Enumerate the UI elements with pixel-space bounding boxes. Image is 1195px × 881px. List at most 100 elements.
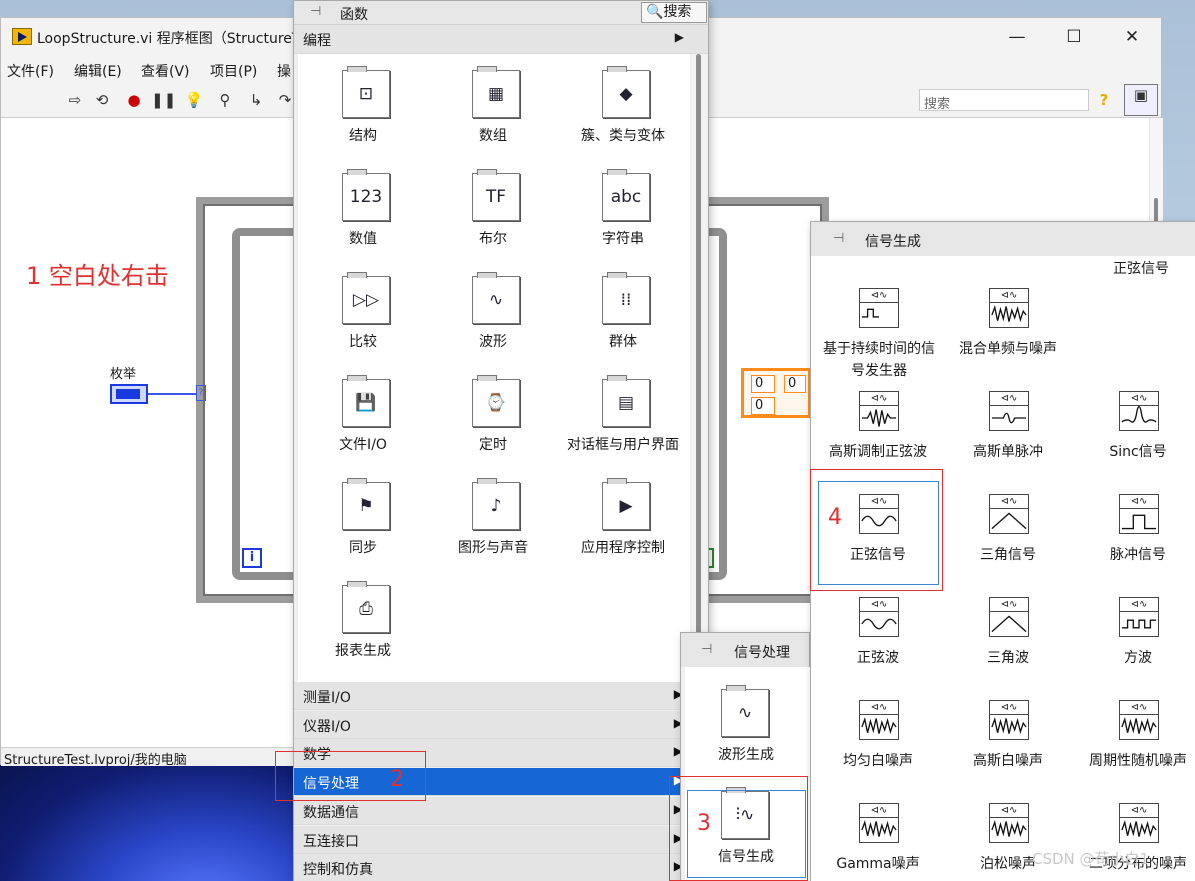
signal-item[interactable]: ⊲∿ 正弦波: [813, 597, 943, 697]
step-into-icon[interactable]: ↳: [246, 90, 266, 110]
palette-item-label: 对话框与用户界面: [567, 437, 679, 453]
palette-item-label: 同步: [349, 540, 377, 556]
menu-view[interactable]: 查看(V): [141, 61, 190, 81]
palette-item[interactable]: ◆ 簇、类与变体: [558, 66, 688, 170]
gaussian-modulated-sine-icon: ⊲∿: [859, 391, 899, 431]
signal-item[interactable]: ⊲∿ 三角波: [943, 597, 1073, 697]
icon-glyph: 💾: [355, 393, 377, 413]
signal-item[interactable]: ⊲∿ 泊松噪声: [943, 803, 1073, 881]
minimize-button[interactable]: —: [1002, 24, 1032, 50]
signal-item[interactable]: ⊲∿ Gamma噪声: [813, 803, 943, 881]
search-input[interactable]: 搜索: [919, 89, 1089, 112]
palette-item[interactable]: 123 数值: [298, 169, 428, 273]
palette-item[interactable]: ▶ 应用程序控制: [558, 478, 688, 582]
vi-header-icon: ⊲∿: [990, 701, 1028, 715]
signal-item[interactable]: ⊲∿ 高斯单脉冲: [943, 391, 1073, 491]
programming-category[interactable]: 编程 ▶: [294, 25, 708, 54]
cluster-class-icon: ◆: [602, 66, 650, 118]
icon-glyph: ⎙: [359, 599, 373, 619]
enum-constant[interactable]: [110, 384, 148, 404]
palette-item[interactable]: ⚑ 同步: [298, 478, 428, 582]
palette-item[interactable]: ▷▷ 比较: [298, 272, 428, 376]
palette-item[interactable]: 💾 文件I/O: [298, 375, 428, 479]
signal-item[interactable]: ⊲∿ 基于持续时间的信号发生器: [813, 288, 943, 388]
palette-scrollbar[interactable]: [692, 54, 706, 682]
signal-item[interactable]: ⊲∿ 方波: [1073, 597, 1195, 697]
waveform-icon: ∿: [472, 272, 520, 324]
category-label: 测量I/O: [303, 690, 351, 706]
palette-item[interactable]: ⌚ 定时: [428, 375, 558, 479]
sine-wave-icon: ⊲∿: [859, 597, 899, 637]
signal-item[interactable]: ⊲∿ 三角信号: [943, 494, 1073, 594]
palette-item[interactable]: ▦ 数组: [428, 66, 558, 170]
palette-item[interactable]: abc 字符串: [558, 169, 688, 273]
maximize-button[interactable]: ☐: [1059, 24, 1089, 50]
signal-item-label: 高斯单脉冲: [973, 444, 1043, 460]
vi-icon[interactable]: ▣: [1124, 84, 1158, 116]
signal-item[interactable]: ⊲∿ 混合单频与噪声: [943, 288, 1073, 388]
cluster-value[interactable]: 0: [751, 375, 775, 393]
icon-glyph: ⌚: [485, 393, 507, 413]
signal-item[interactable]: ⊲∿ Sinc信号: [1073, 391, 1195, 491]
waveform-generation-tile[interactable]: ∿ 波形生成: [681, 685, 811, 789]
iteration-terminal[interactable]: i: [242, 548, 262, 568]
palette-item[interactable]: ⎙ 报表生成: [298, 581, 428, 685]
pin-icon[interactable]: ⊣: [833, 231, 844, 246]
step-over-icon[interactable]: ↷: [275, 90, 295, 110]
probe-icon[interactable]: ⚲: [215, 90, 235, 110]
signal-item[interactable]: ⊲∿ 脉冲信号: [1073, 494, 1195, 594]
category-row[interactable]: 测量I/O ▶: [294, 682, 689, 710]
palette-item[interactable]: ∿ 波形: [428, 272, 558, 376]
waveform-glyph: [991, 820, 1027, 838]
compare-icon: ▷▷: [342, 272, 390, 324]
palette-item-label: 图形与声音: [458, 540, 528, 556]
signal-item[interactable]: ⊲∿ 周期性随机噪声: [1073, 700, 1195, 800]
signal-item-label: 方波: [1124, 650, 1152, 666]
palette-item-label: 结构: [349, 128, 377, 144]
pin-icon[interactable]: ⊣: [310, 4, 321, 19]
help-icon[interactable]: ?: [1094, 90, 1114, 110]
palette-item[interactable]: ▤ 对话框与用户界面: [558, 375, 688, 479]
icon-glyph: ◆: [619, 84, 633, 104]
run-arrow-icon[interactable]: ⇨: [65, 90, 85, 110]
menu-edit[interactable]: 编辑(E): [74, 61, 122, 81]
run-continuous-icon[interactable]: ⟲: [92, 90, 112, 110]
close-button[interactable]: ✕: [1117, 24, 1147, 50]
palette-scrollbar-thumb[interactable]: [696, 54, 701, 644]
signal-item[interactable]: ⊲∿ 均匀白噪声: [813, 700, 943, 800]
waveform-glyph: [1121, 820, 1157, 838]
palette-item[interactable]: ⊡ 结构: [298, 66, 428, 170]
pause-icon[interactable]: ❚❚: [151, 90, 176, 110]
icon-glyph: ♪: [490, 496, 502, 516]
triangle-wave-icon: ⊲∿: [989, 597, 1029, 637]
cluster-constant[interactable]: 0 0 0: [741, 368, 811, 418]
waveform-glyph: [991, 412, 1027, 424]
chevron-right-icon: ▶: [674, 30, 684, 44]
cluster-value[interactable]: 0: [751, 397, 775, 415]
category-row[interactable]: 互连接口 ▶: [294, 825, 689, 854]
signal-item[interactable]: ⊲∿ 二项分布的噪声: [1073, 803, 1195, 881]
gamma-noise-icon: ⊲∿: [859, 803, 899, 843]
pin-icon[interactable]: ⊣: [701, 642, 712, 657]
category-row[interactable]: 控制和仿真 ▶: [294, 854, 689, 881]
palette-item[interactable]: TF 布尔: [428, 169, 558, 273]
cluster-value[interactable]: 0: [784, 375, 806, 393]
case-selector-terminal[interactable]: ?: [196, 385, 206, 401]
menu-file[interactable]: 文件(F): [7, 61, 54, 81]
signal-item-label: 正弦波: [857, 650, 899, 666]
category-row[interactable]: 仪器I/O ▶: [294, 710, 689, 739]
numeric-icon: 123: [342, 169, 390, 221]
highlight-icon[interactable]: 💡: [184, 90, 204, 110]
functions-palette: ⊣ 函数 🔍搜索 编程 ▶ ⊡ 结构 ▦ 数组 ◆ 簇、类与变体 123 数值 TF 布尔 abc 字…: [293, 0, 709, 881]
palette-search-button[interactable]: 🔍搜索: [641, 2, 707, 23]
abort-icon[interactable]: ●: [124, 90, 144, 110]
palette-item-label: 簇、类与变体: [581, 128, 665, 144]
string-icon: abc: [602, 169, 650, 221]
programming-category-label: 编程: [303, 33, 331, 49]
signal-item[interactable]: ⊲∿ 高斯白噪声: [943, 700, 1073, 800]
menu-project[interactable]: 项目(P): [210, 61, 257, 81]
palette-item[interactable]: ♪ 图形与声音: [428, 478, 558, 582]
palette-item[interactable]: ⁞⁞ 群体: [558, 272, 688, 376]
vi-header-icon: ⊲∿: [1120, 804, 1158, 818]
menu-operate[interactable]: 操: [277, 61, 291, 81]
